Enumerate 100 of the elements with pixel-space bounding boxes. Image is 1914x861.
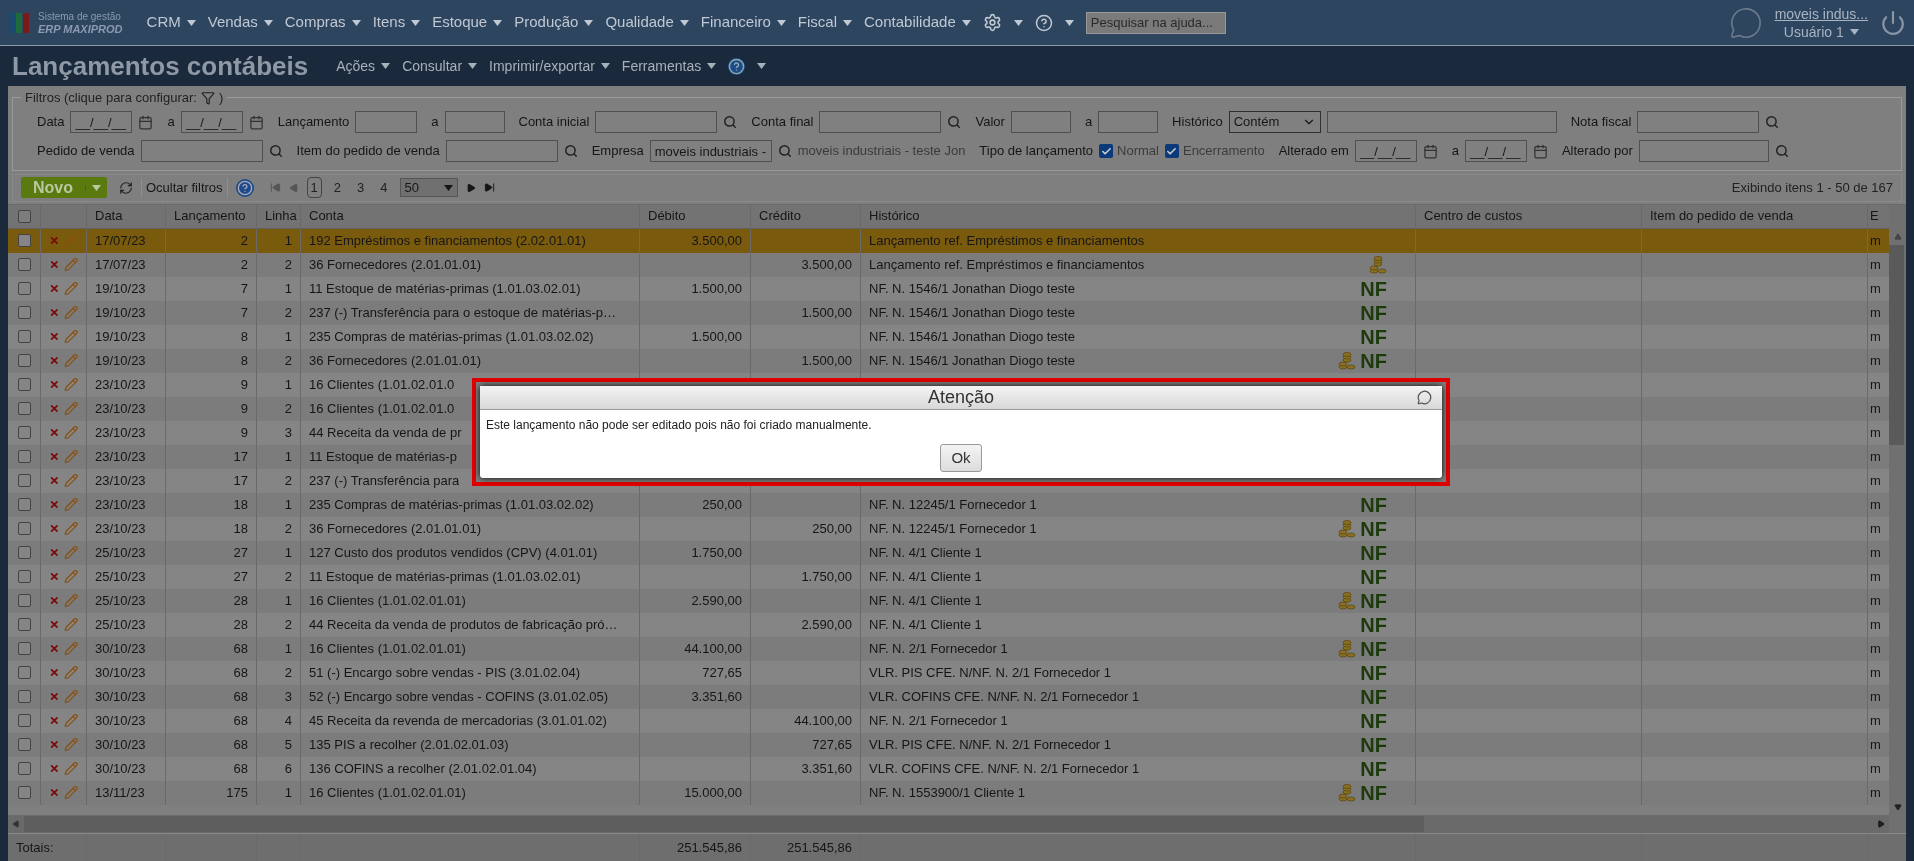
table-cell-text: 192 Empréstimos e financiamentos (2.02.01.01) [309,231,586,250]
table-cell-text: 16 Clientes (1.01.02.01.01) [309,783,466,802]
filter-label: a [431,113,439,132]
table-cell-text: 4 [284,711,292,730]
table-cell-text: 25/10/23 [95,615,146,634]
table-cell-text: 44.100,00 [684,639,742,658]
table-cell-text: 68 [233,759,248,778]
table-cell-text: 175 [226,783,248,802]
totals-label: Totais: [16,838,54,857]
table-cell-text: m [1870,783,1881,802]
table-cell-text: m [1870,471,1881,490]
table-cell-text: 27 [233,567,248,586]
table-cell-text: 727,65 [702,663,742,682]
table-cell-text: 27 [233,543,248,562]
table-cell-text: 3.351,60 [801,759,852,778]
table-cell-text: 44 Receita da venda de pr [309,423,462,442]
logo-subtitle: Sistema de gestão [38,10,122,23]
table-cell-text: 1.500,00 [801,303,852,322]
table-cell-text: 1 [284,543,292,562]
table-cell-text: 8 [240,327,248,346]
table-cell-text: 3 [284,423,292,442]
table-cell-text: NF. N. 12245/1 Fornecedor 1 [869,519,1037,538]
table-cell-text: 1.500,00 [801,351,852,370]
table-cell-text: 44.100,00 [794,711,852,730]
table-cell-text: 2.590,00 [691,591,742,610]
filter-label: Empresa [591,142,644,161]
filter-label: Tipo de lançamento [979,142,1094,161]
table-cell-text: 2 [240,231,248,250]
filter-label: Conta final [751,113,814,132]
table-cell-text: NF. N. 12245/1 Fornecedor 1 [869,495,1037,514]
table-cell-text: 51 (-) Encargo sobre vendas - PIS (3.01.02.04) [309,663,580,682]
table-cell-text: m [1870,711,1881,730]
table-cell-text: 2 [284,663,292,682]
table-cell-text: m [1870,375,1881,394]
table-cell-text: 2 [284,615,292,634]
table-cell-text: VLR. COFINS CFE. N/NF. N. 2/1 Fornecedor 1 [869,687,1140,706]
filter-label: Histórico [1172,113,1223,132]
table-cell-text: 16 Clientes (1.01.02.01.01) [309,591,466,610]
filter-label: Valor [975,113,1005,132]
table-cell-text: 9 [240,375,248,394]
table-cell-text: 3.500,00 [801,255,852,274]
table-cell-text: 5 [284,735,292,754]
table-cell-text: 1.750,00 [801,567,852,586]
table-cell-text: m [1870,615,1881,634]
filter-label: Lançamento [277,113,350,132]
table-cell-text: 68 [233,639,248,658]
table-cell-text: 23/10/23 [95,399,146,418]
table-cell-text: VLR. PIS CFE. N/NF. N. 2/1 Fornecedor 1 [869,663,1112,682]
table-cell-text: m [1870,447,1881,466]
items-summary: Exibindo itens 1 - 50 de 167 [1731,178,1893,197]
table-cell-text: 23/10/23 [95,519,146,538]
table-cell-text: m [1870,303,1881,322]
table-cell-text: 25/10/23 [95,591,146,610]
table-cell-text: 1 [284,783,292,802]
table-cell-text: 16 Clientes (1.01.02.01.0 [309,399,455,418]
table-cell-text: 11 Estoque de matérias-p [309,447,457,466]
table-cell-text: NF. N. 1546/1 Jonathan Diogo teste [869,351,1075,370]
table-cell-text: 30/10/23 [95,759,146,778]
table-cell-text: 68 [233,711,248,730]
table-cell-text: 17 [233,447,248,466]
table-cell-text: NF. N. 2/1 Fornecedor 1 [869,711,1008,730]
table-cell-text: 30/10/23 [95,735,146,754]
table-cell-text: 1 [284,591,292,610]
table-cell-text: 1.500,00 [691,279,742,298]
table-cell-text: NF. N. 1553900/1 Cliente 1 [869,783,1026,802]
table-cell-text: 36 Fornecedores (2.01.01.01) [309,351,481,370]
table-cell-text: 23/10/23 [95,423,146,442]
table-cell-text: 9 [240,423,248,442]
table-cell-text: NF. N. 1546/1 Jonathan Diogo teste [869,279,1075,298]
table-cell-text: 1.500,00 [691,327,742,346]
filter-label: a [167,113,175,132]
table-cell-text: 6 [284,759,292,778]
table-cell-text: 30/10/23 [95,687,146,706]
filter-label: Pedido de venda [37,142,135,161]
filter-label: Alterado por [1561,142,1633,161]
table-cell-text: m [1870,231,1881,250]
table-cell-text: 18 [233,495,248,514]
filter-label: Conta inicial [518,113,590,132]
table-cell-text: NF. N. 1546/1 Jonathan Diogo teste [869,303,1075,322]
table-cell-text: VLR. PIS CFE. N/NF. N. 2/1 Fornecedor 1 [869,735,1112,754]
table-cell-text: m [1870,639,1881,658]
table-cell-text: 250,00 [702,495,742,514]
table-cell-text: 17/07/23 [95,255,146,274]
table-cell-text: 68 [233,687,248,706]
table-cell-text: m [1870,279,1881,298]
table-cell-text: 25/10/23 [95,543,146,562]
table-cell-text: 9 [240,399,248,418]
table-cell-text: 3 [284,687,292,706]
table-cell-text: NF. N. 1546/1 Jonathan Diogo teste [869,327,1075,346]
checkbox-label: Encerramento [1182,142,1265,161]
table-cell-text: NF. N. 4/1 Cliente 1 [869,543,982,562]
table-cell-text: 1 [284,495,292,514]
table-cell-text: 3.500,00 [691,231,742,250]
filter-label: a [1084,113,1093,132]
table-cell-text: 1 [284,639,292,658]
table-cell-text: 52 (-) Encargo sobre vendas - COFINS (3.01.02.05) [309,687,609,706]
table-cell-text: 237 (-) Transferência para [309,471,460,490]
table-cell-text: 44 Receita da venda de produtos de fabricação pró… [309,615,618,634]
table-cell-text: 19/10/23 [95,351,146,370]
table-cell-text: m [1870,567,1881,586]
